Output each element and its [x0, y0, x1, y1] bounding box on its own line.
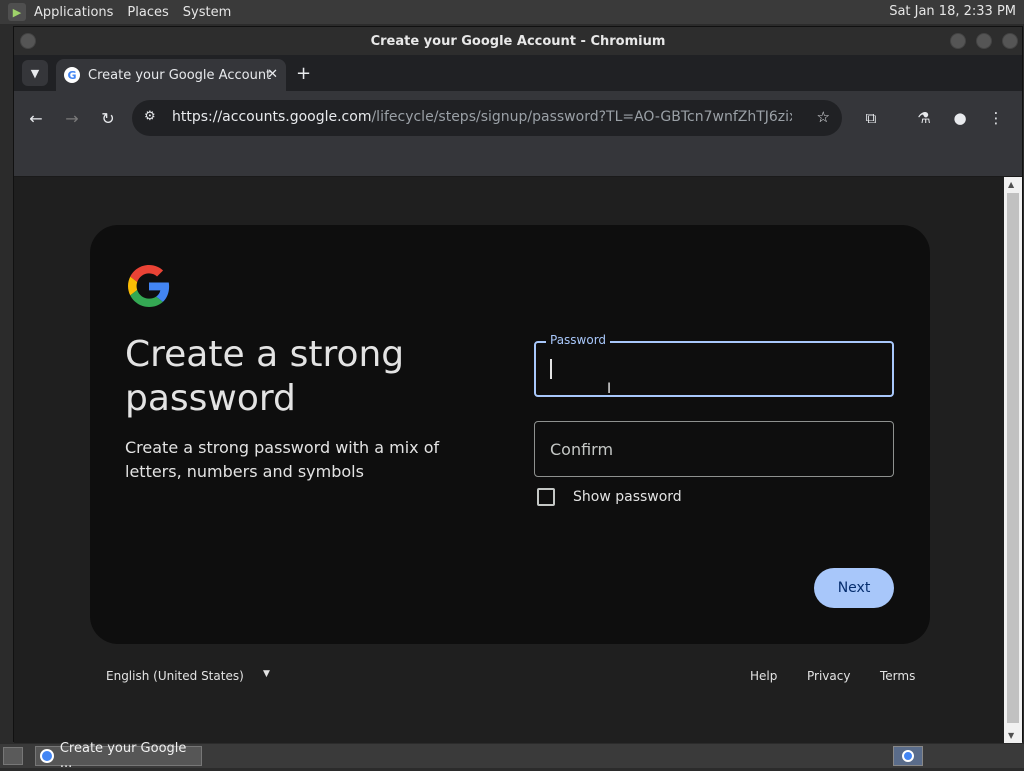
- url-path: /lifecycle/steps/signup/password?TL=AO-G…: [371, 109, 792, 125]
- show-password-checkbox[interactable]: [537, 488, 555, 506]
- footer-link-terms[interactable]: Terms: [880, 669, 915, 683]
- os-logo-icon[interactable]: ▶: [8, 3, 26, 21]
- menu-system[interactable]: System: [183, 5, 231, 20]
- chromium-tray-icon: [902, 750, 914, 762]
- url-text[interactable]: https://accounts.google.com/lifecycle/st…: [172, 109, 792, 125]
- close-window-icon[interactable]: [1002, 33, 1018, 49]
- page-title: Create a strong password: [125, 334, 405, 419]
- profile-avatar-icon[interactable]: ●: [948, 106, 972, 130]
- browser-toolbar: ← → ↻ ⚙ https://accounts.google.com/life…: [14, 91, 1022, 145]
- new-tab-plus-icon[interactable]: +: [296, 63, 311, 84]
- next-button[interactable]: Next: [814, 568, 894, 608]
- url-host: https://accounts.google.com: [172, 109, 372, 125]
- menu-applications[interactable]: Applications: [34, 5, 113, 20]
- show-password-label[interactable]: Show password: [573, 489, 682, 505]
- forward-arrow-icon[interactable]: →: [60, 106, 84, 130]
- more-menu-icon[interactable]: ⋮: [984, 106, 1008, 130]
- google-logo-icon: [128, 265, 170, 307]
- tab-strip: ▼ G Create your Google Account ✕ +: [14, 55, 1022, 91]
- labs-flask-icon[interactable]: ⚗: [912, 106, 936, 130]
- tab-search-chevron-icon[interactable]: ▼: [22, 60, 48, 86]
- google-favicon-icon: G: [64, 67, 80, 83]
- tab-create-google-account[interactable]: G Create your Google Account ✕: [56, 59, 286, 91]
- bookmarks-bar: [14, 145, 1022, 177]
- chevron-down-icon[interactable]: ▼: [263, 669, 270, 679]
- show-password-toggle[interactable]: Show password: [537, 488, 682, 506]
- footer-link-privacy[interactable]: Privacy: [807, 669, 850, 683]
- reload-icon[interactable]: ↻: [96, 106, 120, 130]
- system-panel: ▶ Applications Places System Sat Jan 18,…: [0, 0, 1024, 24]
- window-title: Create your Google Account - Chromium: [370, 33, 666, 49]
- text-caret: [550, 359, 552, 379]
- page-subtitle: Create a strong password with a mix of l…: [125, 438, 440, 481]
- tray-chromium-icon[interactable]: [893, 746, 923, 766]
- scroll-up-arrow-icon[interactable]: ▲: [1008, 180, 1014, 189]
- mouse-ibeam-cursor-icon: I: [607, 381, 612, 397]
- extensions-puzzle-icon[interactable]: ⧉: [859, 106, 883, 130]
- footer-link-help[interactable]: Help: [750, 669, 777, 683]
- show-desktop-icon[interactable]: [3, 747, 23, 765]
- page-scrollbar[interactable]: ▲ ▼: [1004, 177, 1022, 743]
- page-content: Create a strong password Create a strong…: [14, 177, 1004, 743]
- back-arrow-icon[interactable]: ←: [24, 106, 48, 130]
- taskbar: Create your Google ...: [0, 741, 1024, 771]
- taskbar-item-chromium[interactable]: Create your Google ...: [35, 741, 202, 771]
- window-titlebar[interactable]: Create your Google Account - Chromium: [14, 27, 1022, 55]
- browser-window: Create your Google Account - Chromium ▼ …: [13, 26, 1023, 743]
- password-field[interactable]: Password: [534, 333, 894, 397]
- window-menu-icon[interactable]: [20, 33, 36, 49]
- signup-card: Create a strong password Create a strong…: [90, 225, 930, 644]
- minimize-icon[interactable]: [950, 33, 966, 49]
- tab-title: Create your Google Account: [88, 67, 272, 83]
- password-label: Password: [546, 333, 611, 347]
- clock[interactable]: Sat Jan 18, 2:33 PM: [889, 4, 1016, 19]
- confirm-password-field[interactable]: Confirm: [534, 421, 894, 477]
- scroll-down-arrow-icon[interactable]: ▼: [1008, 731, 1014, 740]
- language-selector[interactable]: English (United States): [106, 669, 244, 683]
- taskbar-item-label: Create your Google ...: [59, 741, 187, 771]
- site-info-icon[interactable]: ⚙: [144, 109, 156, 124]
- confirm-placeholder: Confirm: [550, 440, 614, 459]
- bookmark-star-icon[interactable]: ☆: [817, 108, 830, 126]
- close-tab-icon[interactable]: ✕: [267, 67, 278, 82]
- scrollbar-thumb[interactable]: [1007, 193, 1019, 723]
- chromium-icon: [40, 749, 54, 763]
- menu-places[interactable]: Places: [127, 5, 168, 20]
- address-bar[interactable]: ⚙ https://accounts.google.com/lifecycle/…: [132, 100, 842, 136]
- maximize-icon[interactable]: [976, 33, 992, 49]
- page-footer: English (United States) ▼ Help Privacy T…: [14, 665, 1004, 689]
